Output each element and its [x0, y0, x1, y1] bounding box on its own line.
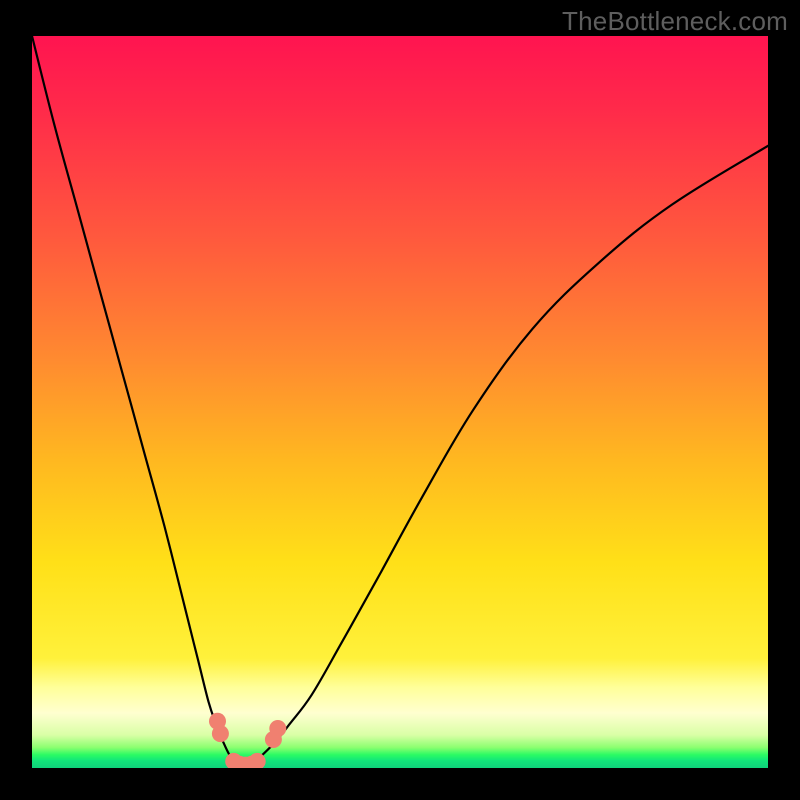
highlight-markers — [209, 713, 286, 768]
watermark-text: TheBottleneck.com — [562, 6, 788, 37]
outer-frame: TheBottleneck.com — [0, 0, 800, 800]
bottleneck-curve-path — [32, 36, 768, 768]
plot-area — [32, 36, 768, 768]
highlight-dot — [212, 725, 229, 742]
curve-layer — [32, 36, 768, 768]
highlight-dot — [269, 720, 286, 737]
